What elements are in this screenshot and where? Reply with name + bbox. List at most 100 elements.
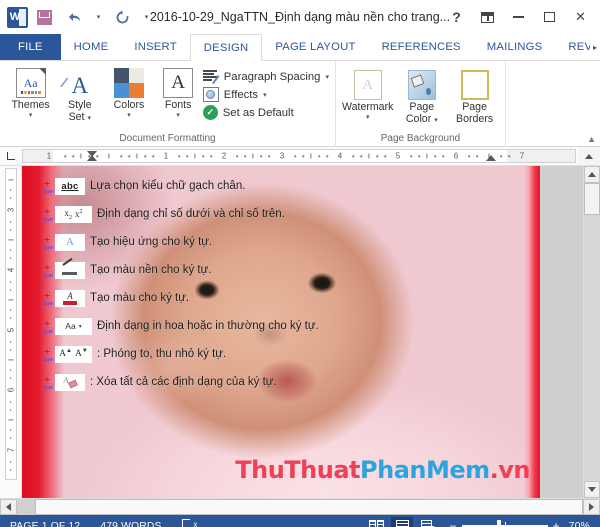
read-mode-button[interactable] [365,517,387,527]
list-item[interactable]: + x2 x2 Định dạng chỉ số dưới và chỉ số t… [44,200,374,228]
list-item[interactable]: + A Tạo màu cho ký tự. [44,284,374,312]
right-indent-marker[interactable] [486,155,496,161]
horizontal-scroll-thumb[interactable] [35,499,583,515]
zoom-out-button[interactable]: − [449,520,456,527]
page-color-button[interactable]: Page Color ▾ [397,67,446,125]
undo-icon[interactable] [60,4,88,30]
tab-references[interactable]: REFERENCES [369,34,474,60]
list-item[interactable]: + A : Xóa tất cả các định dạng của ký tự… [44,368,374,396]
redo-icon[interactable] [108,4,136,30]
close-icon[interactable]: ✕ [565,2,596,32]
horizontal-scrollbar[interactable] [0,498,600,515]
tab-home[interactable]: HOME [61,34,122,60]
maximize-icon[interactable] [534,2,565,32]
set-as-default-button[interactable]: ✓ Set as Default [202,105,329,120]
fonts-dropdown-icon[interactable]: ▾ [176,112,180,120]
colors-icon [113,68,144,98]
clear-formatting-icon: A [55,373,85,391]
document-canvas[interactable]: + abc Lựa chọn kiểu chữ gạch chân. + x2 x… [22,166,583,498]
watermark-dropdown-icon[interactable]: ▾ [366,114,370,122]
style-set-dropdown-icon[interactable]: ▾ [87,115,91,122]
fonts-button[interactable]: A Fonts ▾ [154,65,203,120]
horizontal-scroll-track[interactable] [35,499,583,515]
paragraph-spacing-dropdown-icon[interactable]: ▾ [325,73,329,81]
zoom-slider-thumb[interactable] [496,520,501,527]
vertical-scroll-track[interactable] [584,183,600,481]
themes-button[interactable]: Aa Themes ▾ [6,65,55,120]
font-color-icon: A [55,289,85,307]
horizontal-ruler[interactable]: 1 1 2 3 4 5 6 7 [22,149,576,163]
tab-page-layout[interactable]: PAGE LAYOUT [262,34,368,60]
help-icon[interactable]: ? [441,2,472,32]
quick-access-toolbar: W ▾ ▾ [0,4,154,30]
watermark-label: Watermark [342,101,394,113]
vertical-scrollbar[interactable] [583,166,600,498]
text-highlight-icon [55,257,85,279]
zoom-control: − + [449,520,560,527]
colors-dropdown-icon[interactable]: ▾ [127,112,131,120]
document-page[interactable]: + abc Lựa chọn kiểu chữ gạch chân. + x2 x… [22,166,540,498]
zoom-level[interactable]: 70% [569,521,590,527]
revision-mark: + [44,374,54,389]
web-layout-button[interactable] [417,517,439,527]
revision-mark: + [44,178,54,193]
style-set-button[interactable]: ∕∕∕A Style Set ▾ [55,65,104,123]
paragraph-spacing-button[interactable]: Paragraph Spacing ▾ [202,69,329,84]
effects-button[interactable]: Effects ▾ [202,87,329,102]
colors-label: Colors [113,99,145,111]
page-borders-button[interactable]: Page Borders [450,67,499,125]
document-text-lines: + abc Lựa chọn kiểu chữ gạch chân. + x2 x… [44,172,374,396]
scroll-left-button[interactable] [0,499,17,515]
horizontal-scroll-track-left[interactable] [17,499,35,515]
list-item[interactable]: + A Tạo hiệu ứng cho ký tự. [44,228,374,256]
effects-icon [202,87,219,102]
vertical-scroll-thumb[interactable] [584,183,600,215]
list-item[interactable]: + A▲ A▼ : Phóng to, thu nhỏ ký tự. [44,340,374,368]
effects-dropdown-icon[interactable]: ▾ [263,91,267,99]
zoom-in-button[interactable]: + [553,520,560,527]
ribbon-display-options-icon[interactable] [472,2,503,32]
scroll-up-corner[interactable] [578,147,600,165]
effects-label: Effects [223,88,259,101]
colors-button[interactable]: Colors ▾ [104,65,153,120]
scroll-down-button[interactable] [584,481,600,498]
themes-icon: Aa [15,68,46,98]
list-item[interactable]: + Tạo màu nền cho ký tự. [44,256,374,284]
tab-file[interactable]: FILE [0,34,61,60]
vertical-ruler[interactable]: 3 4 5 6 7 [0,166,22,498]
tab-overflow-icon[interactable]: ▸ [590,34,600,60]
ribbon-body: Aa Themes ▾ ∕∕∕A Style Set ▾ [0,61,600,147]
print-layout-button[interactable] [391,517,414,527]
word-count[interactable]: 479 WORDS [100,521,161,527]
word-app-icon[interactable]: W [7,6,28,28]
style-set-label2: Set ▾ [68,110,91,123]
themes-dropdown-icon[interactable]: ▾ [29,112,33,120]
watermark-part3: .vn [489,456,531,484]
tab-stop-selector[interactable] [0,147,22,165]
save-icon[interactable] [30,4,58,30]
page-indicator[interactable]: PAGE 1 OF 12 [10,521,80,527]
list-item[interactable]: + Aa ▾ Định dạng in hoa hoặc in thường ch… [44,312,374,340]
zoom-slider[interactable] [461,520,548,527]
group-label-page-background: Page Background [380,133,461,144]
left-indent-marker[interactable] [87,155,97,161]
group-document-formatting: Aa Themes ▾ ∕∕∕A Style Set ▾ [0,61,336,147]
list-item[interactable]: + abc Lựa chọn kiểu chữ gạch chân. [44,172,374,200]
window-controls: ? ✕ [441,0,600,34]
proofing-errors-icon[interactable]: x [181,519,198,527]
revision-mark: + [44,206,54,221]
watermark-button[interactable]: A Watermark ▾ [342,67,393,122]
undo-dropdown-icon[interactable]: ▾ [90,4,106,30]
collapse-ribbon-icon[interactable]: ▲ [587,134,596,144]
revision-mark: + [44,318,54,333]
scroll-right-button[interactable] [583,499,600,515]
list-item-label: : Phóng to, thu nhỏ ký tự. [97,348,227,360]
tab-insert[interactable]: INSERT [121,34,189,60]
customize-qat-icon[interactable]: ▾ [138,4,154,30]
tab-mailings[interactable]: MAILINGS [474,34,556,60]
minimize-icon[interactable] [503,2,534,32]
tab-design[interactable]: DESIGN [189,34,263,61]
page-color-dropdown-icon[interactable]: ▾ [434,117,438,124]
fonts-label: Fonts [164,99,192,111]
scroll-up-button[interactable] [584,166,600,183]
